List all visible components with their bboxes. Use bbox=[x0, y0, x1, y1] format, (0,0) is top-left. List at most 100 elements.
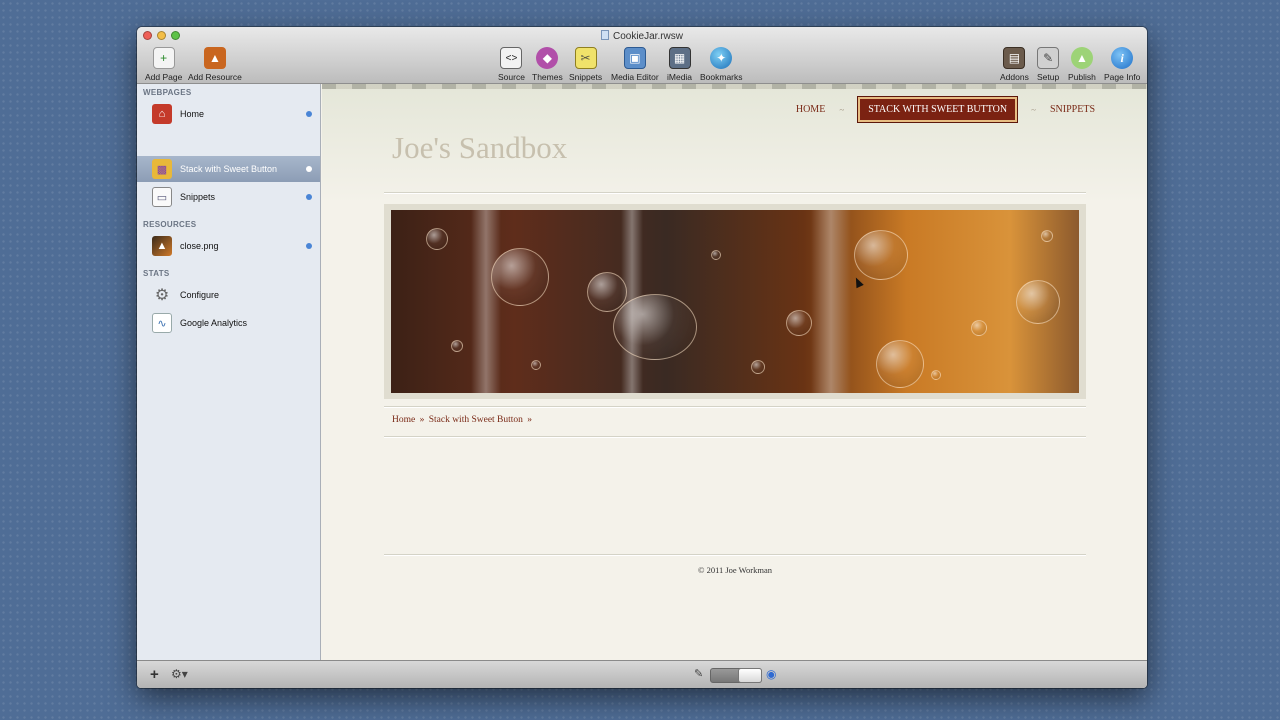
add-page-label: Add Page bbox=[145, 72, 183, 82]
source-label: Source bbox=[498, 72, 525, 82]
banner-image bbox=[391, 210, 1079, 393]
window-title: CookieJar.rwsw bbox=[137, 30, 1147, 42]
status-dot bbox=[306, 111, 312, 117]
bubble bbox=[491, 248, 549, 306]
sidebar-item-close-png[interactable]: ▲ close.png bbox=[137, 233, 320, 259]
nav-home[interactable]: HOME bbox=[796, 104, 825, 115]
bubble bbox=[451, 340, 463, 352]
image-icon: ▲ bbox=[152, 236, 172, 256]
snippets-button[interactable]: ✂ Snippets bbox=[569, 47, 602, 82]
site-footer: © 2011 Joe Workman bbox=[697, 565, 772, 575]
header-strip bbox=[322, 84, 1147, 89]
sidebar-item-label: Home bbox=[180, 109, 205, 119]
setup-button[interactable]: ✎ Setup bbox=[1037, 47, 1059, 82]
sidebar-item-configure[interactable]: ⚙ Configure bbox=[137, 282, 320, 308]
sidebar-item-google-analytics[interactable]: ∿ Google Analytics bbox=[137, 310, 320, 336]
bottom-bar: + ⚙▾ ✎ ◉ bbox=[137, 660, 1147, 688]
setup-label: Setup bbox=[1037, 72, 1060, 82]
nav-stack-with-sweet-button[interactable]: STACK WITH SWEET BUTTON bbox=[858, 97, 1018, 122]
add-page-button[interactable]: + Add Page bbox=[145, 47, 182, 82]
status-dot bbox=[306, 166, 312, 172]
publish-label: Publish bbox=[1068, 72, 1096, 82]
media-editor-icon: ▣ bbox=[623, 47, 646, 69]
nav-snippets[interactable]: SNIPPETS bbox=[1050, 104, 1095, 115]
themes-button[interactable]: ◆ Themes bbox=[532, 47, 563, 82]
section-resources: RESOURCES bbox=[143, 220, 197, 229]
sidebar-item-label: close.png bbox=[180, 241, 219, 251]
addons-button[interactable]: ▤ Addons bbox=[1000, 47, 1029, 82]
app-window: CookieJar.rwsw + Add Page ▲ Add Resource… bbox=[137, 27, 1147, 688]
sidebar-item-label: Configure bbox=[180, 290, 220, 300]
media-editor-label: Media Editor bbox=[611, 72, 659, 82]
toggle-knob[interactable] bbox=[738, 668, 762, 683]
divider bbox=[384, 192, 1086, 194]
site-title: Joe's Sandbox bbox=[392, 130, 568, 165]
add-resource-label: Add Resource bbox=[188, 72, 242, 82]
bubble bbox=[426, 228, 448, 250]
divider bbox=[384, 406, 1086, 408]
bubble bbox=[971, 320, 987, 336]
nav-separator: ~ bbox=[1031, 104, 1036, 115]
edit-preview-toggle[interactable] bbox=[710, 668, 762, 683]
bookmarks-button[interactable]: ✦ Bookmarks bbox=[700, 47, 743, 82]
sidebar: WEBPAGES ⌂ Home ▩ Stack with Sweet Butto… bbox=[137, 84, 321, 660]
breadcrumb-current[interactable]: Stack with Sweet Button bbox=[429, 415, 523, 425]
page-info-button[interactable]: i Page Info bbox=[1104, 47, 1140, 82]
bubble bbox=[1016, 280, 1060, 324]
bookmarks-icon: ✦ bbox=[710, 47, 733, 69]
page-info-icon: i bbox=[1111, 47, 1134, 69]
sidebar-item-snippets[interactable]: ▭ Snippets bbox=[137, 184, 320, 210]
media-editor-button[interactable]: ▣ Media Editor bbox=[611, 47, 659, 82]
web-preview: HOME ~ STACK WITH SWEET BUTTON ~ SNIPPET… bbox=[322, 84, 1147, 660]
bubble bbox=[751, 360, 765, 374]
divider bbox=[384, 554, 1086, 556]
breadcrumb-separator: » bbox=[527, 415, 533, 425]
source-button[interactable]: <> Source bbox=[498, 47, 525, 82]
breadcrumb-home[interactable]: Home bbox=[392, 415, 415, 425]
setup-icon: ✎ bbox=[1037, 47, 1060, 69]
gear-menu-icon[interactable]: ⚙▾ bbox=[171, 667, 188, 681]
snippets-icon: ✂ bbox=[574, 47, 597, 69]
stacks-icon: ▩ bbox=[152, 159, 172, 179]
sidebar-item-label: Snippets bbox=[180, 192, 216, 202]
page-icon: ▭ bbox=[152, 187, 172, 207]
section-webpages: WEBPAGES bbox=[143, 88, 192, 97]
light-streak bbox=[811, 210, 851, 393]
imedia-button[interactable]: ▦ iMedia bbox=[667, 47, 692, 82]
status-dot bbox=[306, 194, 312, 200]
gear-icon: ⚙ bbox=[154, 287, 170, 304]
section-stats: STATS bbox=[143, 269, 170, 278]
bubble bbox=[1041, 230, 1053, 242]
imedia-label: iMedia bbox=[667, 72, 693, 82]
sidebar-item-home[interactable]: ⌂ Home bbox=[137, 101, 320, 127]
bubble bbox=[786, 310, 812, 336]
add-page-icon: + bbox=[152, 47, 175, 69]
add-resource-icon: ▲ bbox=[203, 47, 226, 69]
addons-label: Addons bbox=[1000, 72, 1029, 82]
bubble bbox=[876, 340, 924, 388]
window-title-text: CookieJar.rwsw bbox=[612, 31, 684, 42]
pencil-icon[interactable]: ✎ bbox=[694, 667, 703, 680]
sidebar-item-stack-with-sweet-button[interactable]: ▩ Stack with Sweet Button bbox=[137, 156, 320, 182]
publish-icon: ▲ bbox=[1070, 47, 1093, 69]
sidebar-item-label: Stack with Sweet Button bbox=[180, 164, 278, 174]
house-icon: ⌂ bbox=[152, 104, 172, 124]
eye-icon[interactable]: ◉ bbox=[766, 667, 776, 681]
breadcrumb: Home » Stack with Sweet Button » bbox=[392, 415, 534, 425]
bubble bbox=[854, 230, 908, 280]
publish-button[interactable]: ▲ Publish bbox=[1068, 47, 1096, 82]
banner-frame bbox=[384, 204, 1086, 399]
bubble bbox=[613, 294, 697, 360]
snippets-label: Snippets bbox=[569, 72, 603, 82]
bubble bbox=[531, 360, 541, 370]
imedia-icon: ▦ bbox=[668, 47, 691, 69]
page-info-label: Page Info bbox=[1104, 72, 1141, 82]
status-dot bbox=[306, 243, 312, 249]
themes-label: Themes bbox=[532, 72, 563, 82]
bookmarks-label: Bookmarks bbox=[700, 72, 743, 82]
chart-icon: ∿ bbox=[152, 313, 172, 333]
breadcrumb-separator: » bbox=[419, 415, 425, 425]
nav-separator: ~ bbox=[839, 104, 845, 115]
add-resource-button[interactable]: ▲ Add Resource bbox=[188, 47, 242, 82]
plus-icon[interactable]: + bbox=[150, 666, 159, 683]
